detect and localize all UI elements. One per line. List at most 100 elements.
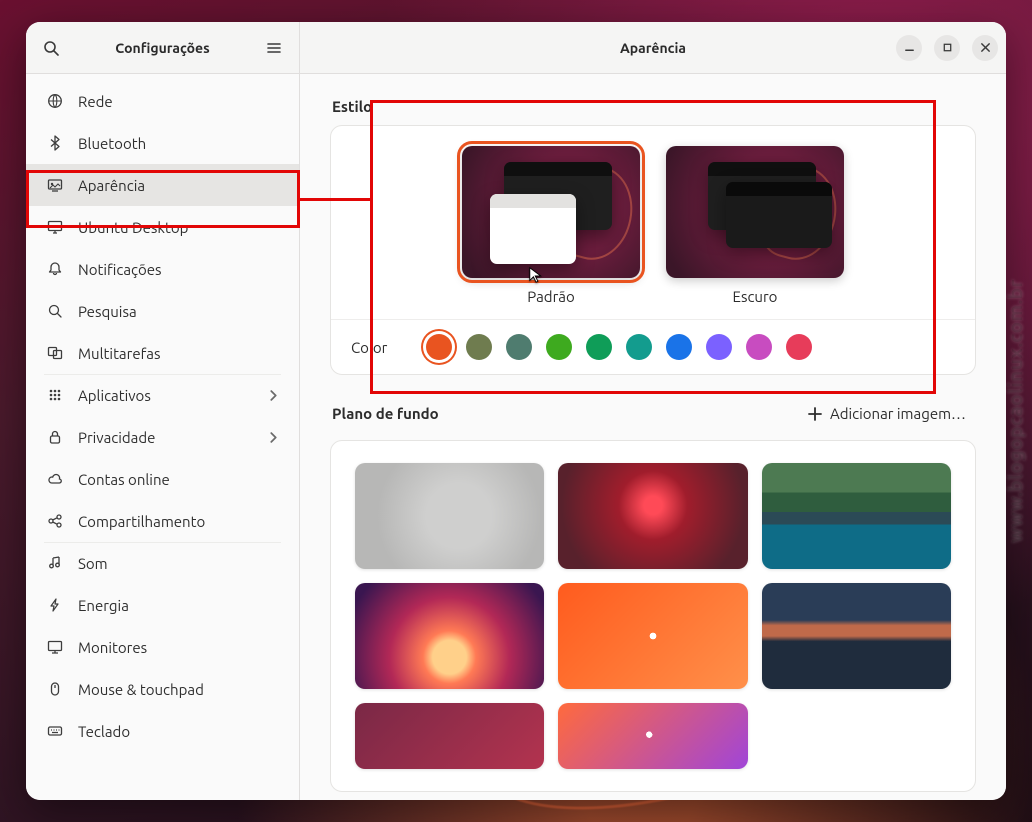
music-icon [46,554,64,572]
sidebar-item-aparencia[interactable]: Aparência [26,164,299,206]
settings-window: Configurações Aparência Rede Bluetooth [26,22,1006,800]
bell-icon [46,260,64,278]
wallpaper-wp-kudu-grey[interactable] [355,463,544,569]
accent-color-3[interactable] [546,334,572,360]
sidebar-item-compartilhamento[interactable]: Compartilhamento [26,500,299,542]
sidebar-title: Configurações [115,40,209,56]
sidebar-item-rede[interactable]: Rede [26,80,299,122]
accent-color-0[interactable] [426,334,452,360]
sidebar-item-ubuntu-desktop[interactable]: Ubuntu Desktop [26,206,299,248]
sidebar-item-label: Aplicativos [78,387,151,404]
plus-icon [808,407,822,421]
hamburger-button[interactable] [257,31,291,65]
sidebar-item-label: Pesquisa [78,303,137,320]
search-button[interactable] [34,31,68,65]
sidebar-item-label: Notificações [78,261,162,278]
wallpaper-wp-kudu-red[interactable] [558,463,747,569]
sidebar-item-som[interactable]: Som [26,542,299,584]
add-wallpaper-label: Adicionar imagem… [830,405,966,422]
titlebar-center: Aparência [300,22,1006,73]
sidebar-item-contas-online[interactable]: Contas online [26,458,299,500]
color-label: Color [351,339,395,356]
sidebar-item-label: Multitarefas [78,345,161,362]
theme-label: Padrão [527,288,574,305]
theme-option-padrao[interactable]: Padrão [462,146,640,305]
hamburger-icon [266,40,282,56]
style-card: Padrão Escuro Color [330,125,976,375]
style-section-title: Estilo [332,98,974,115]
sidebar-item-label: Contas online [78,471,170,488]
chevron-right-icon [268,390,279,401]
wallpaper-wp-kudu-maroon[interactable] [355,703,544,769]
sidebar-item-label: Privacidade [78,429,155,446]
accent-color-8[interactable] [746,334,772,360]
sidebar-item-label: Teclado [78,723,130,740]
accent-color-9[interactable] [786,334,812,360]
accent-color-2[interactable] [506,334,532,360]
sidebar-item-energia[interactable]: Energia [26,584,299,626]
monitor-icon [46,638,64,656]
annotation-connector [300,198,372,201]
close-icon [980,42,991,53]
appearance-icon [46,176,64,194]
wallpaper-wp-alps-lake[interactable] [762,463,951,569]
sidebar-item-pesquisa[interactable]: Pesquisa [26,290,299,332]
wallpaper-card [330,440,976,792]
multitask-icon [46,344,64,362]
wallpaper-wp-sunset-kudu[interactable] [355,583,544,689]
wallpaper-section-title: Plano de fundo [332,405,439,422]
sidebar-item-label: Bluetooth [78,135,146,152]
watermark-text: www.blogopcaolinux.com.br [1004,279,1026,543]
sidebar-item-teclado[interactable]: Teclado [26,710,299,752]
sidebar-item-label: Mouse & touchpad [78,681,204,698]
add-wallpaper-button[interactable]: Adicionar imagem… [800,399,974,428]
search-icon [46,302,64,320]
accent-color-5[interactable] [626,334,652,360]
search-icon [43,40,59,56]
wallpaper-wp-ubuntu-purple[interactable] [558,703,747,769]
desktop-icon [46,218,64,236]
accent-color-6[interactable] [666,334,692,360]
sidebar-item-label: Rede [78,93,113,110]
sidebar-item-privacidade[interactable]: Privacidade [26,416,299,458]
lock-icon [46,428,64,446]
cloud-icon [46,470,64,488]
theme-thumb-dark [666,146,844,278]
accent-color-4[interactable] [586,334,612,360]
sidebar-item-multitarefas[interactable]: Multitarefas [26,332,299,374]
minimize-icon [904,42,915,53]
accent-color-row: Color [331,319,975,374]
sidebar-item-label: Energia [78,597,129,614]
mouse-icon [46,680,64,698]
chevron-right-icon [268,432,279,443]
minimize-button[interactable] [896,35,922,61]
wallpaper-wp-ubuntu-logo[interactable] [558,583,747,689]
maximize-icon [942,42,953,53]
theme-option-escuro[interactable]: Escuro [666,146,844,305]
apps-icon [46,386,64,404]
maximize-button[interactable] [934,35,960,61]
power-icon [46,596,64,614]
share-icon [46,512,64,530]
accent-color-1[interactable] [466,334,492,360]
sidebar-item-label: Monitores [78,639,147,656]
bluetooth-icon [46,134,64,152]
sidebar-item-aplicativos[interactable]: Aplicativos [26,374,299,416]
sidebar: Rede Bluetooth Aparência Ubuntu Desktop … [26,74,300,800]
sidebar-item-monitores[interactable]: Monitores [26,626,299,668]
wallpaper-wp-mountain-dusk[interactable] [762,583,951,689]
keyboard-icon [46,722,64,740]
window-controls [896,35,998,61]
content-area: Estilo Padrão [300,74,1006,800]
globe-icon [46,92,64,110]
sidebar-item-label: Ubuntu Desktop [78,219,188,236]
close-button[interactable] [972,35,998,61]
sidebar-item-bluetooth[interactable]: Bluetooth [26,122,299,164]
accent-color-7[interactable] [706,334,732,360]
sidebar-item-label: Compartilhamento [78,513,205,530]
sidebar-item-mouse-touchpad[interactable]: Mouse & touchpad [26,668,299,710]
sidebar-item-label: Som [78,555,108,572]
titlebar: Configurações Aparência [26,22,1006,74]
sidebar-item-notificacoes[interactable]: Notificações [26,248,299,290]
sidebar-item-label: Aparência [78,177,145,194]
